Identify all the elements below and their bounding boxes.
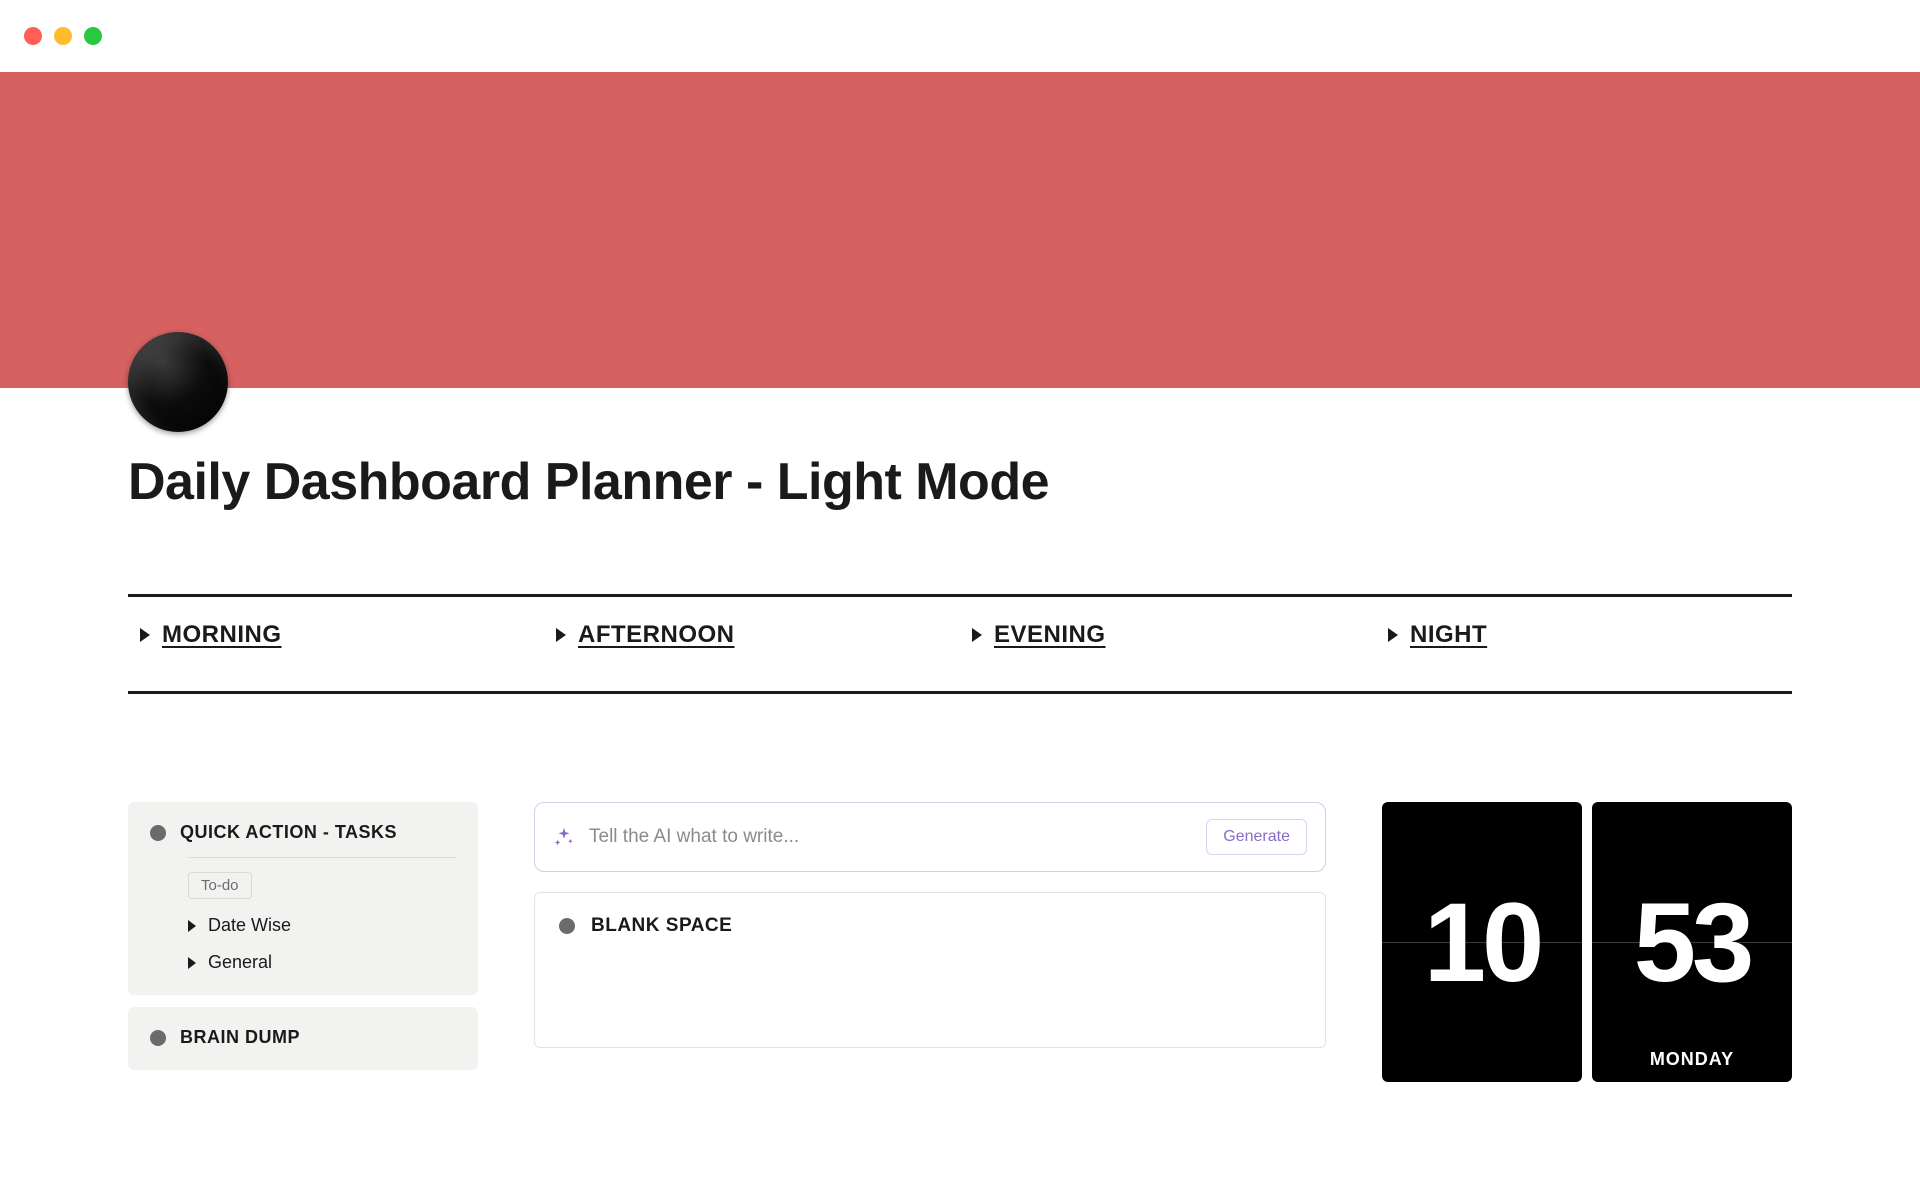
toggle-label: General xyxy=(208,952,272,973)
ai-prompt-input[interactable] xyxy=(589,826,1192,848)
toggle-triangle-icon xyxy=(556,628,566,642)
block-header: QUICK ACTION - TASKS xyxy=(150,822,456,843)
quick-action-block[interactable]: QUICK ACTION - TASKS To-do Date Wise Gen… xyxy=(128,802,478,995)
block-title: BRAIN DUMP xyxy=(180,1027,300,1048)
window-minimize-button[interactable] xyxy=(54,27,72,45)
toggle-label: Date Wise xyxy=(208,915,291,936)
section-label: AFTERNOON xyxy=(578,621,735,649)
block-divider xyxy=(188,857,456,858)
section-morning[interactable]: MORNING xyxy=(128,621,544,649)
clock-column: 10 53 MONDAY xyxy=(1382,802,1792,1082)
section-label: MORNING xyxy=(162,621,282,649)
clock-hours-panel: 10 xyxy=(1382,802,1582,1082)
section-afternoon[interactable]: AFTERNOON xyxy=(544,621,960,649)
page-title[interactable]: Daily Dashboard Planner - Light Mode xyxy=(128,388,1792,512)
middle-column: Generate BLANK SPACE xyxy=(534,802,1326,1082)
section-label: EVENING xyxy=(994,621,1106,649)
toggle-general[interactable]: General xyxy=(188,952,456,973)
sparkle-icon xyxy=(553,826,575,848)
block-header: BLANK SPACE xyxy=(559,915,1301,937)
toggle-triangle-icon xyxy=(140,628,150,642)
bullet-icon xyxy=(559,918,575,934)
ai-prompt-box: Generate xyxy=(534,802,1326,872)
toggle-triangle-icon xyxy=(188,920,196,932)
window-close-button[interactable] xyxy=(24,27,42,45)
block-title: BLANK SPACE xyxy=(591,915,732,937)
sidebar: QUICK ACTION - TASKS To-do Date Wise Gen… xyxy=(128,802,478,1082)
cover-image[interactable] xyxy=(0,72,1920,388)
clock-minutes-panel: 53 MONDAY xyxy=(1592,802,1792,1082)
page-content: Daily Dashboard Planner - Light Mode MOR… xyxy=(0,388,1920,1082)
flip-clock: 10 53 MONDAY xyxy=(1382,802,1792,1082)
toggle-triangle-icon xyxy=(1388,628,1398,642)
tab-todo[interactable]: To-do xyxy=(188,872,252,899)
toggle-date-wise[interactable]: Date Wise xyxy=(188,915,456,936)
sections-row: MORNING AFTERNOON EVENING NIGHT xyxy=(128,597,1792,667)
block-header: BRAIN DUMP xyxy=(150,1027,456,1048)
section-night[interactable]: NIGHT xyxy=(1376,621,1792,649)
toggle-triangle-icon xyxy=(188,957,196,969)
generate-button[interactable]: Generate xyxy=(1206,819,1307,855)
page-icon[interactable] xyxy=(128,332,228,432)
clock-hours: 10 xyxy=(1424,878,1541,1007)
clock-day: MONDAY xyxy=(1592,1049,1792,1070)
lower-columns: QUICK ACTION - TASKS To-do Date Wise Gen… xyxy=(128,802,1792,1082)
brain-dump-block[interactable]: BRAIN DUMP xyxy=(128,1007,478,1070)
divider-bottom xyxy=(128,691,1792,694)
section-evening[interactable]: EVENING xyxy=(960,621,1376,649)
toggle-triangle-icon xyxy=(972,628,982,642)
bullet-icon xyxy=(150,825,166,841)
blank-space-box[interactable]: BLANK SPACE xyxy=(534,892,1326,1048)
window-titlebar xyxy=(0,0,1920,72)
block-title: QUICK ACTION - TASKS xyxy=(180,822,397,843)
clock-minutes: 53 xyxy=(1634,878,1751,1007)
section-label: NIGHT xyxy=(1410,621,1487,649)
window-zoom-button[interactable] xyxy=(84,27,102,45)
bullet-icon xyxy=(150,1030,166,1046)
